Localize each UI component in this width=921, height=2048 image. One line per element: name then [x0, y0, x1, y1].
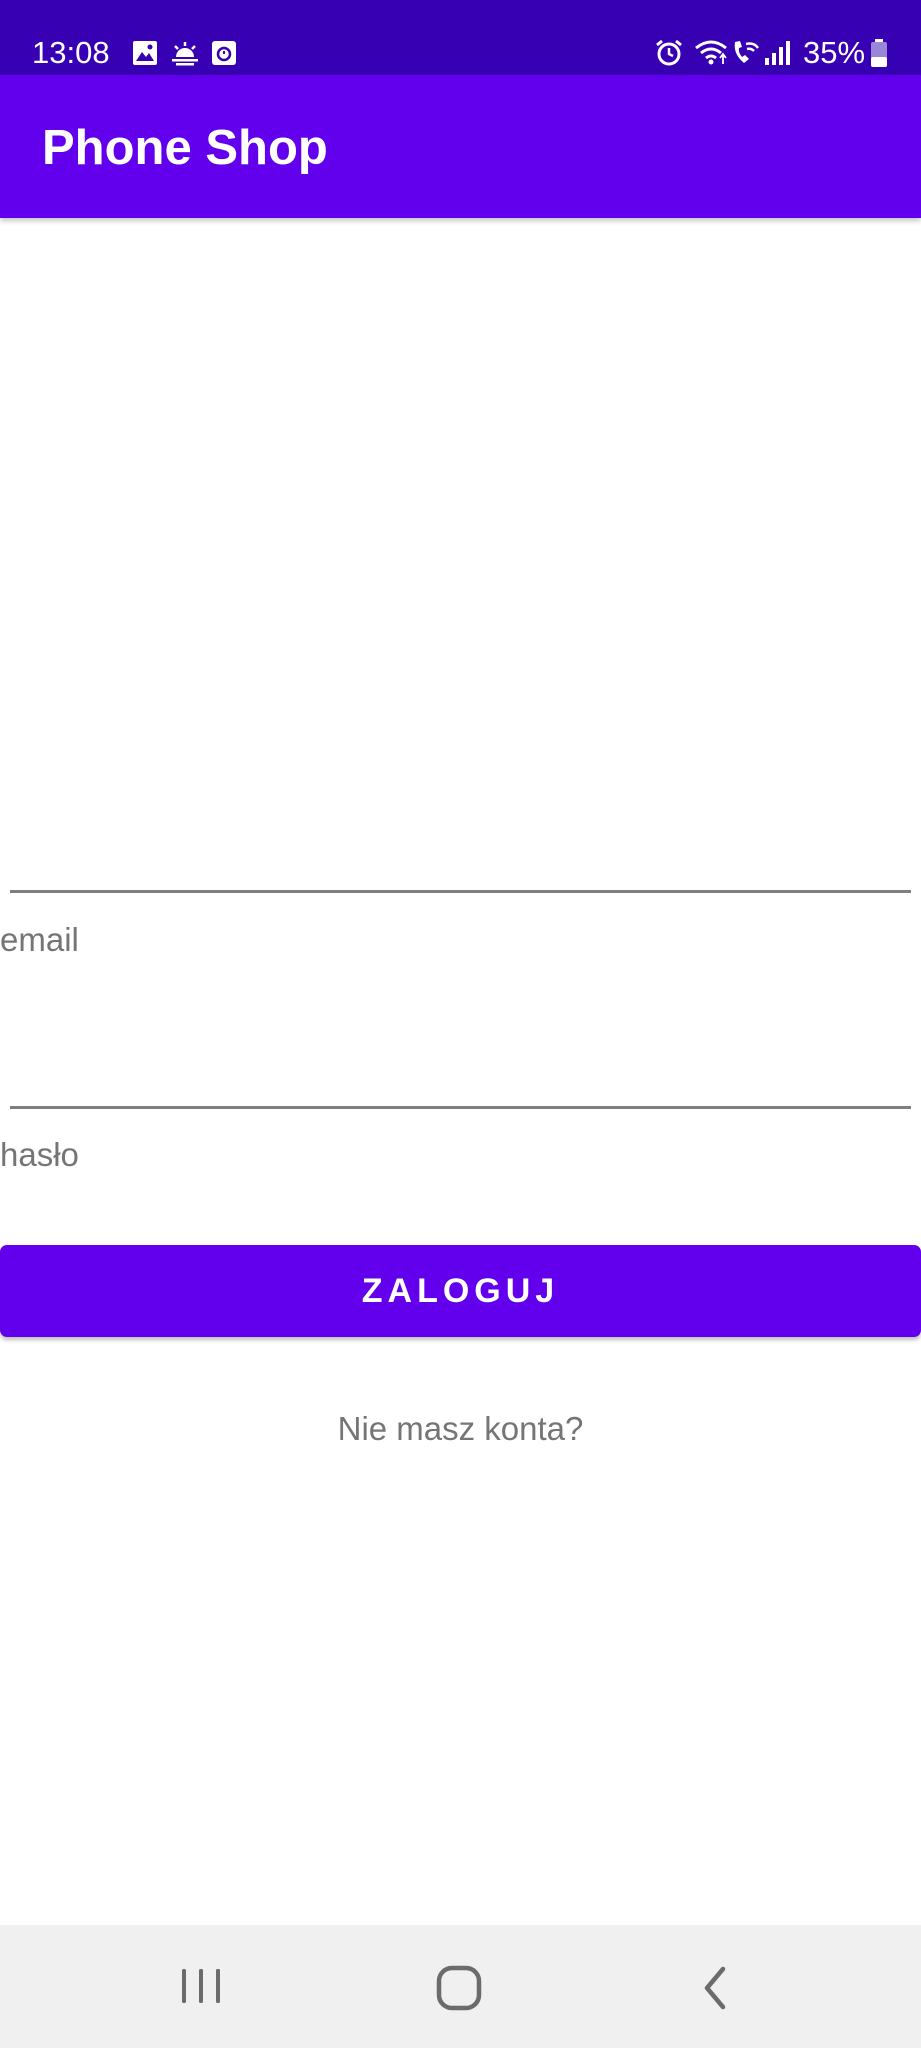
weather-icon — [172, 42, 198, 66]
navigation-bar — [0, 1925, 921, 2048]
recent-apps-icon[interactable] — [176, 1965, 226, 2009]
wifi-calling-icon — [734, 41, 760, 63]
status-time: 13:08 — [32, 35, 110, 70]
app-notification-icon — [212, 41, 236, 65]
status-bar: 13:08 35% — [0, 0, 921, 75]
login-button[interactable]: ZALOGUJ — [0, 1245, 921, 1337]
battery-icon — [871, 39, 887, 67]
app-bar: Phone Shop — [0, 75, 921, 218]
email-label: email — [0, 921, 79, 958]
signal-icon — [765, 41, 790, 65]
home-icon[interactable] — [434, 1963, 484, 2013]
register-link[interactable]: Nie masz konta? — [0, 1407, 921, 1451]
email-field-underline[interactable] — [10, 890, 911, 893]
app-title: Phone Shop — [42, 121, 328, 175]
password-label: hasło — [0, 1136, 79, 1173]
battery-percent: 35% — [803, 35, 866, 70]
back-icon[interactable] — [697, 1963, 737, 2013]
gallery-icon — [133, 41, 157, 65]
password-field-underline[interactable] — [10, 1106, 911, 1109]
wifi-icon — [695, 40, 727, 65]
alarm-icon — [656, 39, 682, 66]
